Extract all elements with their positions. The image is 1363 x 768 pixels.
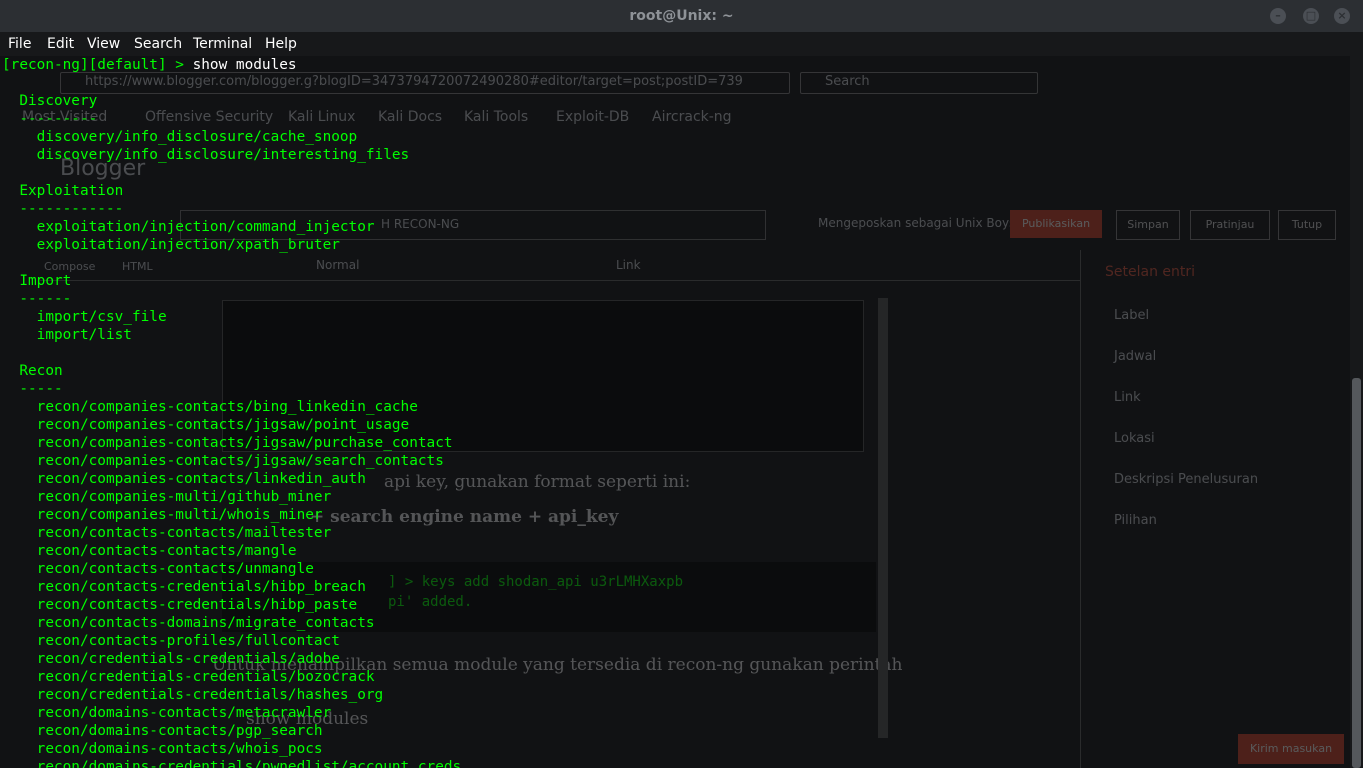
menu-help[interactable]: Help <box>265 35 297 53</box>
terminal-line: recon/companies-contacts/jigsaw/point_us… <box>2 417 410 433</box>
terminal-line: discovery/info_disclosure/cache_snoop <box>2 129 358 145</box>
terminal-line: recon/domains-contacts/pgp_search <box>2 723 323 739</box>
terminal-line: recon/companies-multi/whois_miner <box>2 507 323 523</box>
terminal-scrollbar-thumb[interactable] <box>1352 378 1361 768</box>
menu-terminal[interactable]: Terminal <box>193 35 252 53</box>
terminal-line: Recon <box>2 363 63 379</box>
minimize-icon[interactable]: – <box>1270 8 1286 24</box>
terminal-line: recon/credentials-credentials/bozocrack <box>2 669 375 685</box>
terminal-line: recon/companies-contacts/linkedin_auth <box>2 471 366 487</box>
close-icon[interactable]: × <box>1334 8 1350 24</box>
terminal-prompt: [recon-ng][default] > <box>2 57 193 73</box>
terminal-line: Discovery <box>2 93 98 109</box>
terminal-command: show modules <box>192 57 297 73</box>
menu-edit[interactable]: Edit <box>47 35 74 53</box>
terminal-line: recon/contacts-profiles/fullcontact <box>2 633 340 649</box>
terminal-lines: Discovery --------- discovery/info_discl… <box>0 74 1350 768</box>
terminal-line: discovery/info_disclosure/interesting_fi… <box>2 147 410 163</box>
terminal-line: recon/companies-contacts/jigsaw/search_c… <box>2 453 444 469</box>
menu-search[interactable]: Search <box>134 35 182 53</box>
terminal-line: ----- <box>2 381 63 397</box>
terminal-line: recon/contacts-contacts/mailtester <box>2 525 332 541</box>
window-titlebar[interactable]: root@Unix: ~ – □ × <box>0 0 1363 32</box>
window-title: root@Unix: ~ <box>629 8 734 24</box>
terminal-line: recon/companies-multi/github_miner <box>2 489 332 505</box>
terminal-line: recon/domains-credentials/pwnedlist/acco… <box>2 759 462 768</box>
command-line: [recon-ng][default] > show modules <box>0 56 1350 74</box>
menubar: File Edit View Search Terminal Help <box>0 32 1363 56</box>
terminal-line: recon/contacts-domains/migrate_contacts <box>2 615 375 631</box>
terminal-line: recon/credentials-credentials/adobe <box>2 651 340 667</box>
terminal-line: Exploitation <box>2 183 124 199</box>
terminal-line: recon/contacts-credentials/hibp_paste <box>2 597 358 613</box>
terminal-line: recon/credentials-credentials/hashes_org <box>2 687 384 703</box>
terminal-line: recon/contacts-contacts/mangle <box>2 543 297 559</box>
terminal-line: import/csv_file <box>2 309 167 325</box>
terminal-output[interactable]: [recon-ng][default] > show modules Disco… <box>0 56 1350 768</box>
terminal-line: exploitation/injection/xpath_bruter <box>2 237 340 253</box>
terminal-line: recon/contacts-contacts/unmangle <box>2 561 314 577</box>
terminal-line: recon/companies-contacts/jigsaw/purchase… <box>2 435 453 451</box>
terminal-line: recon/contacts-credentials/hibp_breach <box>2 579 366 595</box>
menu-file[interactable]: File <box>8 35 31 53</box>
terminal-line: recon/domains-contacts/whois_pocs <box>2 741 323 757</box>
maximize-icon[interactable]: □ <box>1303 8 1319 24</box>
terminal-line: exploitation/injection/command_injector <box>2 219 375 235</box>
terminal-line: ------------ <box>2 201 124 217</box>
terminal-line: recon/companies-contacts/bing_linkedin_c… <box>2 399 418 415</box>
terminal-scrollbar[interactable] <box>1350 56 1363 768</box>
terminal-line: --------- <box>2 111 98 127</box>
terminal-line: Import <box>2 273 72 289</box>
terminal-line: ------ <box>2 291 72 307</box>
terminal-line: recon/domains-contacts/metacrawler <box>2 705 332 721</box>
menu-view[interactable]: View <box>87 35 120 53</box>
terminal-line: import/list <box>2 327 132 343</box>
